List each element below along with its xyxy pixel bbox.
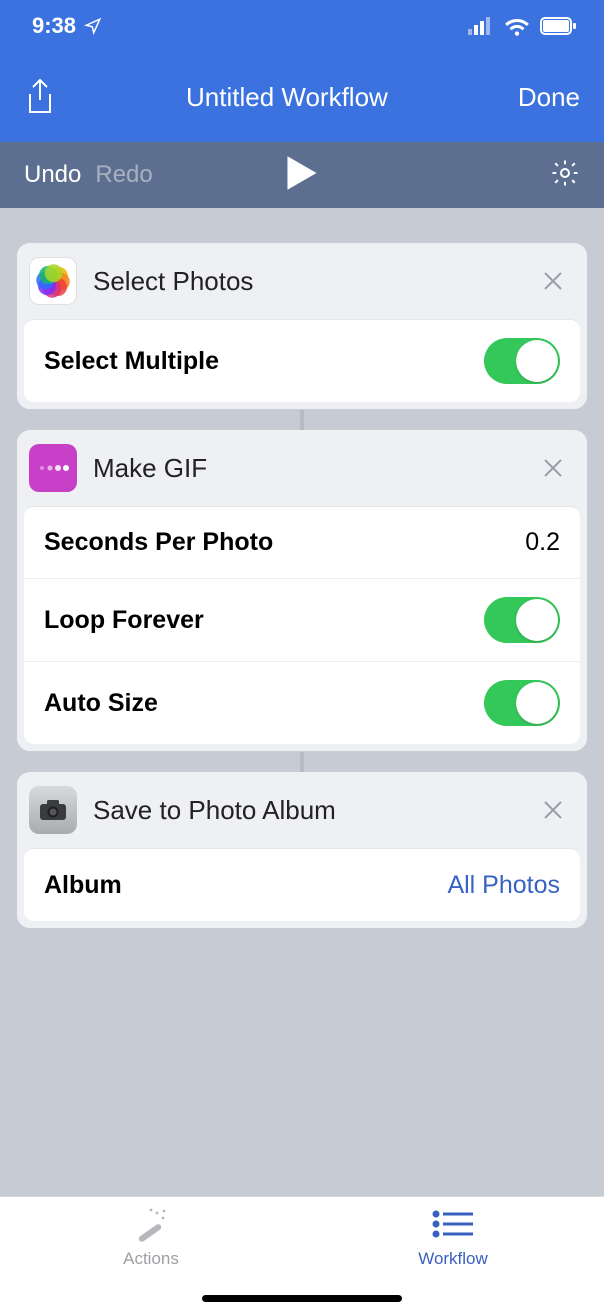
connector [16,410,588,430]
action-title: Save to Photo Album [93,795,537,826]
loop-forever-toggle[interactable] [484,597,560,643]
param-album[interactable]: Album All Photos [24,849,580,921]
make-gif-icon [29,444,77,492]
param-label: Select Multiple [44,347,219,376]
settings-button[interactable] [550,158,580,193]
play-button[interactable] [285,154,319,197]
undo-button[interactable]: Undo [24,161,81,189]
param-label: Seconds Per Photo [44,528,273,557]
status-bar: 9:38 [0,0,604,52]
location-icon [84,17,102,35]
action-title: Select Photos [93,266,537,297]
battery-icon [540,17,576,35]
param-label: Auto Size [44,689,158,718]
auto-size-toggle[interactable] [484,680,560,726]
action-card-save-to-album: Save to Photo Album Album All Photos [16,771,588,929]
param-auto-size: Auto Size [24,662,580,744]
param-label: Album [44,871,122,900]
navigation-bar: Untitled Workflow Done [0,52,604,142]
share-button[interactable] [24,78,56,116]
wifi-icon [504,16,530,36]
action-card-select-photos: Select Photos Select Multiple [16,242,588,410]
share-icon [25,78,55,116]
remove-action-button[interactable] [537,794,569,826]
remove-action-button[interactable] [537,265,569,297]
cellular-icon [468,17,494,35]
workflow-toolbar: Undo Redo [0,142,604,208]
tab-label: Workflow [418,1249,488,1269]
select-multiple-toggle[interactable] [484,338,560,384]
param-seconds-per-photo[interactable]: Seconds Per Photo 0.2 [24,507,580,579]
play-icon [285,154,319,192]
param-select-multiple: Select Multiple [24,320,580,402]
param-label: Loop Forever [44,606,204,635]
workflow-canvas[interactable]: Select Photos Select Multiple Make GIF [0,208,604,1196]
action-card-make-gif: Make GIF Seconds Per Photo 0.2 Loop Fore… [16,429,588,752]
close-icon [541,456,565,480]
redo-button: Redo [95,161,152,189]
page-title: Untitled Workflow [186,82,388,113]
album-value: All Photos [447,871,560,900]
wand-icon [131,1206,171,1242]
list-icon [431,1209,475,1239]
close-icon [541,269,565,293]
connector [16,752,588,772]
camera-icon [29,786,77,834]
close-icon [541,798,565,822]
tab-label: Actions [123,1249,179,1269]
remove-action-button[interactable] [537,452,569,484]
gear-icon [550,158,580,188]
seconds-value: 0.2 [525,528,560,557]
status-time: 9:38 [32,13,76,39]
param-loop-forever: Loop Forever [24,579,580,662]
photos-app-icon [29,257,77,305]
home-indicator[interactable] [202,1295,402,1302]
action-title: Make GIF [93,453,537,484]
done-button[interactable]: Done [518,82,580,113]
